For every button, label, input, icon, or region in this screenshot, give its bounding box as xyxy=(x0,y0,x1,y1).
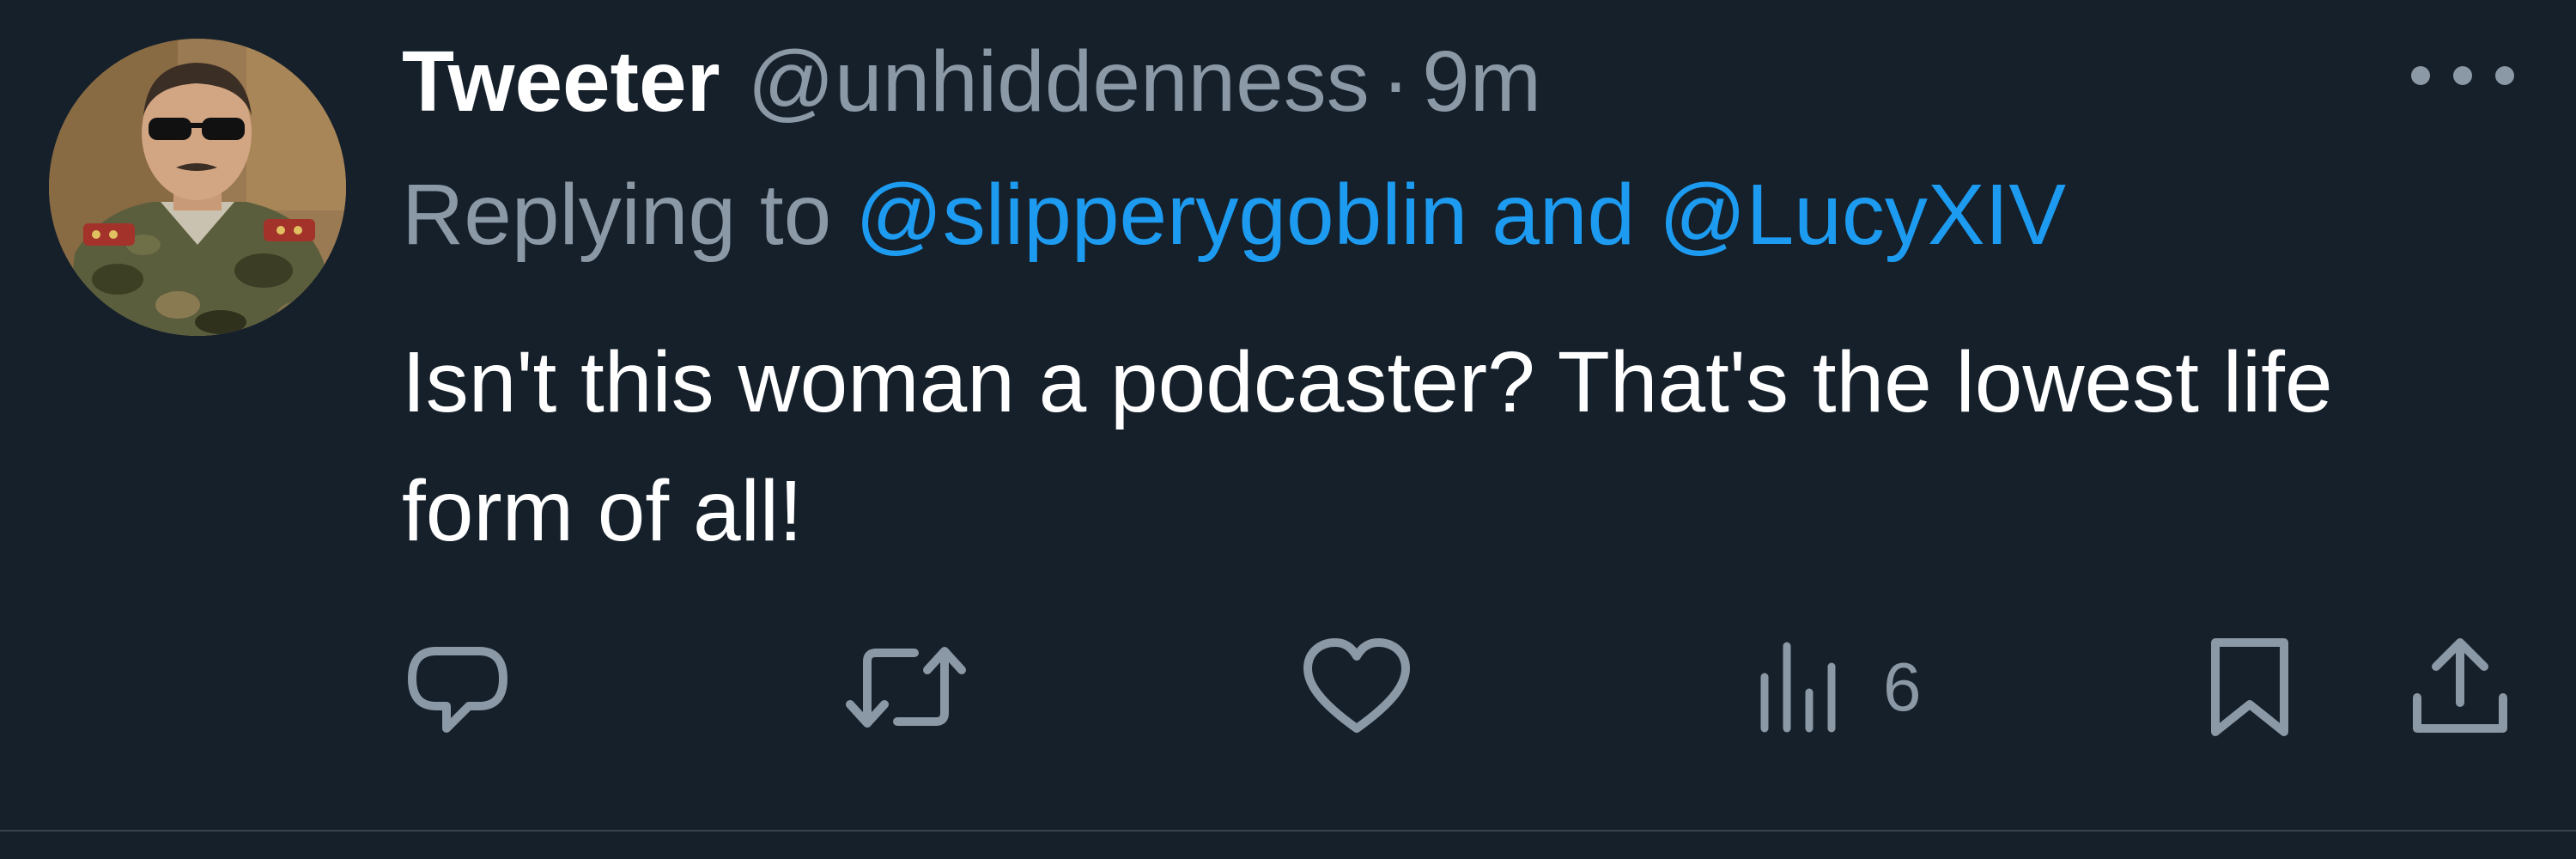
views-count: 6 xyxy=(1883,649,1922,725)
replying-to-conjunction[interactable]: and xyxy=(1492,166,1635,265)
mention-link[interactable]: @slipperygoblin xyxy=(855,166,1467,265)
tweet-text: Isn't this woman a podcaster? That's the… xyxy=(402,334,2333,559)
more-options-button[interactable] xyxy=(2411,57,2514,94)
tweet-timestamp[interactable]: 9m xyxy=(1422,33,1541,131)
tweet: Tweeter @unhiddenness · 9m Replying to @… xyxy=(0,0,2576,859)
like-button[interactable] xyxy=(1301,636,1413,739)
bar-chart-icon xyxy=(1760,642,1836,733)
bookmark-icon xyxy=(2211,638,2288,736)
heart-icon xyxy=(1303,638,1410,733)
views-button[interactable]: 6 xyxy=(1756,636,1922,739)
mention-link[interactable]: @LucyXIV xyxy=(1659,166,2066,265)
reply-button[interactable] xyxy=(402,636,513,739)
replying-to-label: Replying to xyxy=(402,166,832,263)
share-button[interactable] xyxy=(2409,636,2512,739)
tweet-action-bar: 6 xyxy=(0,636,2576,739)
author-avatar[interactable] xyxy=(49,39,346,336)
tweet-header: Tweeter @unhiddenness · 9m xyxy=(402,26,1541,137)
replying-to-line: Replying to @slipperygoblin and @LucyXIV xyxy=(402,159,2066,271)
author-handle[interactable]: @unhiddenness xyxy=(748,33,1370,131)
reply-bubble-icon xyxy=(408,647,507,733)
author-display-name[interactable]: Tweeter xyxy=(402,33,720,131)
retweet-button[interactable] xyxy=(841,636,970,739)
more-dot-icon xyxy=(2453,66,2472,85)
tweet-divider xyxy=(0,830,2576,832)
bookmark-button[interactable] xyxy=(2207,636,2293,739)
more-dot-icon xyxy=(2495,66,2514,85)
more-dot-icon xyxy=(2411,66,2430,85)
share-upload-icon xyxy=(2413,638,2507,733)
header-separator: · xyxy=(1381,33,1411,130)
retweet-icon xyxy=(846,647,966,728)
